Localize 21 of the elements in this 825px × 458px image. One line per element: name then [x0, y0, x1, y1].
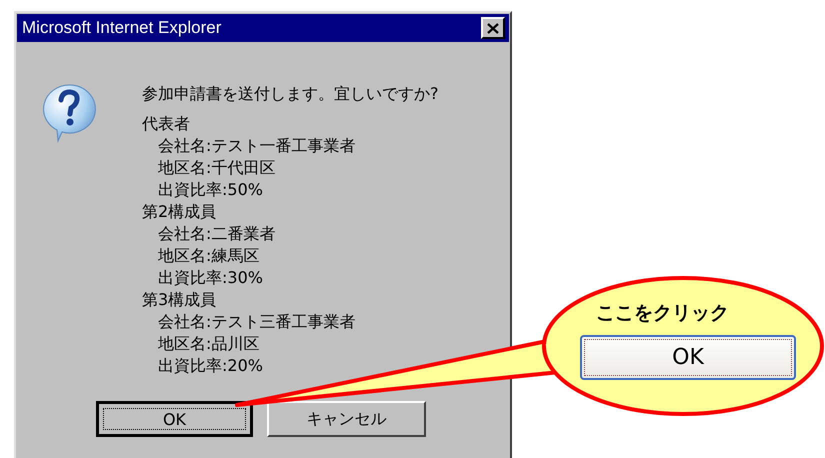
member-detail: 出資比率:50%: [157, 179, 264, 201]
ok-button[interactable]: OK: [580, 335, 796, 380]
member-heading: 第2構成員: [142, 201, 218, 223]
member-detail: 地区名:千代田区: [157, 157, 276, 179]
member-heading: 第3構成員: [142, 289, 218, 311]
member-detail: 会社名:二番業者: [157, 223, 276, 245]
close-icon: [487, 22, 499, 34]
member-detail: 会社名:テスト一番工事業者: [157, 135, 356, 157]
member-detail: 会社名:テスト三番工事業者: [157, 311, 356, 333]
close-button[interactable]: [481, 17, 505, 39]
ok-button[interactable]: OK: [96, 401, 253, 437]
cancel-button[interactable]: キャンセル: [267, 401, 426, 437]
callout-text: ここをクリック: [596, 301, 729, 326]
question-bubble-icon: [40, 83, 98, 143]
member-heading: 代表者: [142, 113, 191, 135]
member-detail: 地区名:練馬区: [157, 245, 260, 267]
member-detail: 出資比率:30%: [157, 267, 264, 289]
window-title: Microsoft Internet Explorer: [22, 18, 222, 38]
member-detail: 出資比率:20%: [157, 355, 264, 377]
confirm-message: 参加申請書を送付します。宜しいですか?: [142, 83, 438, 105]
member-detail: 地区名:品川区: [157, 333, 260, 355]
